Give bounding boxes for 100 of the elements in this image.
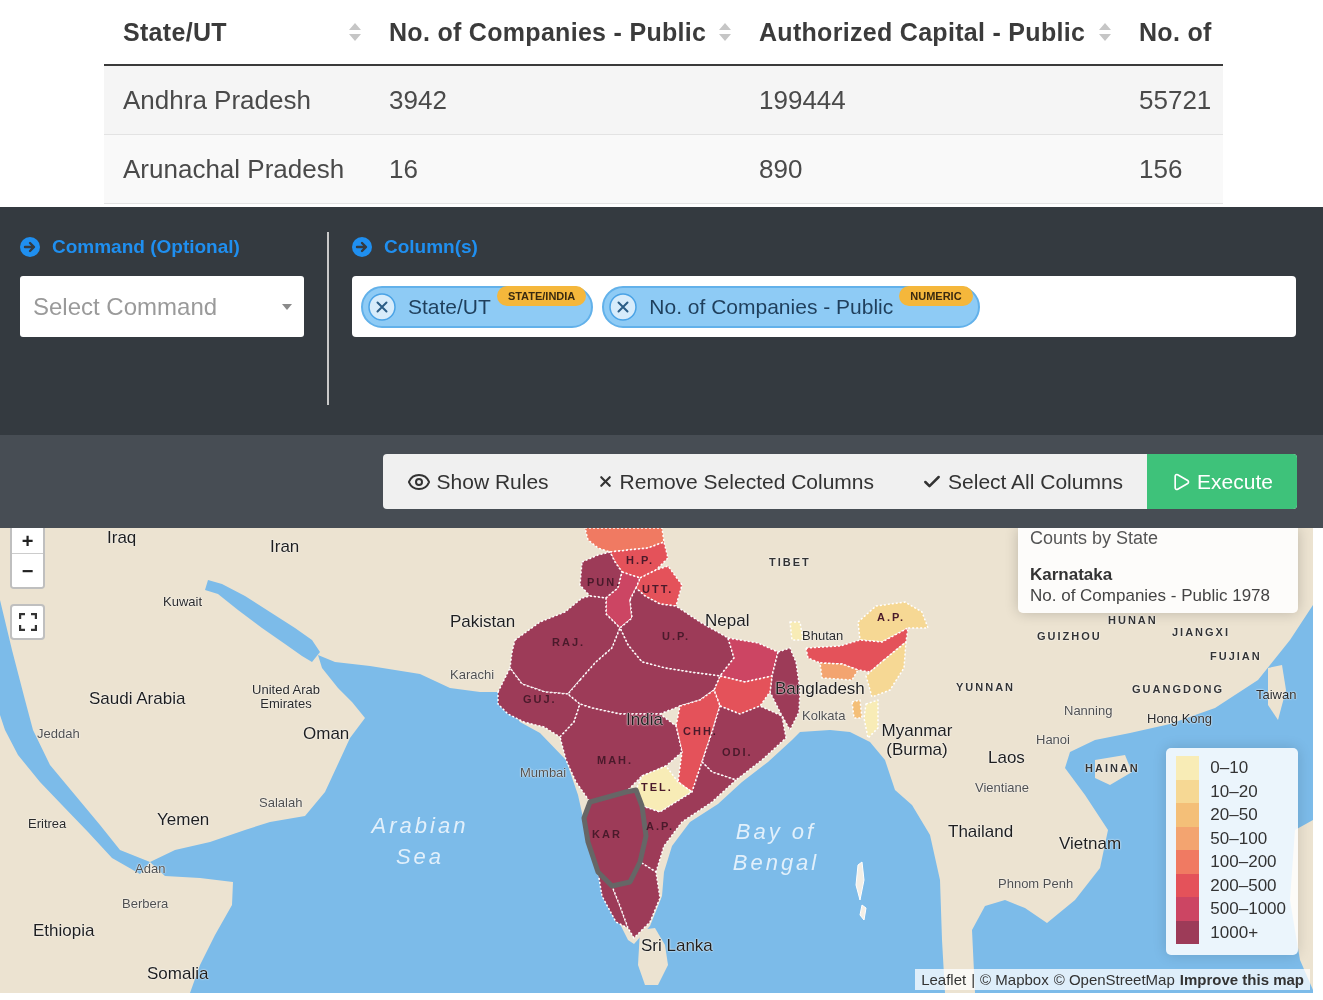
country-label: Saudi Arabia	[89, 688, 186, 710]
play-icon	[1171, 471, 1192, 492]
table-cell-text: 55721	[1138, 83, 1213, 117]
country-label: Myanmar (Burma)	[880, 722, 954, 760]
legend-label: 20–50	[1210, 804, 1259, 826]
sea-label: Arabian Sea	[369, 812, 470, 871]
province-label: JIANGXI	[1172, 626, 1230, 640]
state-label: UTT.	[642, 582, 674, 596]
sea-label: Bay of Bengal	[731, 818, 821, 877]
table-cell-text: 16	[388, 152, 419, 186]
state-label: KAR	[592, 827, 622, 841]
country-label: Vietnam	[1059, 833, 1122, 855]
column-header[interactable]: Authorized Capital - Public	[740, 0, 1120, 64]
city-label: Jeddah	[37, 726, 80, 742]
legend-label: 1000+	[1210, 921, 1260, 944]
state-label: H.P.	[626, 553, 654, 567]
country-label: Iraq	[107, 528, 137, 549]
column-chip[interactable]: No. of Companies - Public NUMERIC	[602, 285, 980, 328]
fullscreen-button[interactable]	[10, 604, 45, 640]
province-label: HUNAN	[1108, 614, 1158, 628]
legend-label: 0–10	[1210, 757, 1250, 779]
legend-label: 10–20	[1210, 780, 1259, 803]
legend-label: 100–200	[1210, 851, 1278, 873]
state-label: CHH.	[683, 724, 718, 738]
info-state-name: Karnataka	[1030, 564, 1114, 585]
city-label: Kolkata	[802, 708, 846, 724]
city-label: Mumbai	[520, 765, 567, 781]
state-label: A.P.	[877, 610, 905, 624]
state-label: TEL.	[641, 780, 673, 794]
country-label: Pakistan	[450, 611, 516, 633]
city-label: Vientiane	[975, 780, 1029, 796]
table-cell-text: Andhra Pradesh	[122, 83, 312, 117]
attribution-link[interactable]: Leaflet	[921, 971, 967, 988]
place-label: United Arab Emirates	[251, 682, 321, 712]
table-cell-text: 3942	[388, 83, 448, 117]
province-label: GUANGDONG	[1132, 683, 1224, 697]
column-chip[interactable]: State/UT STATE/INDIA	[361, 285, 594, 328]
country-label: Ethiopia	[33, 920, 95, 942]
island-area	[855, 861, 867, 921]
columns-field[interactable]: State/UT STATE/INDIA No. of Companies - Public NUMERIC	[352, 276, 1296, 337]
country-label: Somalia	[147, 963, 209, 985]
city-label: Berbera	[122, 896, 169, 912]
country-label: Oman	[303, 723, 350, 745]
column-header[interactable]: No. of Companies - Public	[370, 0, 740, 64]
close-icon[interactable]	[368, 292, 396, 321]
caret-icon	[282, 303, 292, 310]
country-label: Laos	[988, 747, 1025, 769]
table-cell-text: Arunachal Pradesh	[122, 152, 346, 186]
table-cell-text: 199444	[758, 83, 847, 117]
section-title: Command (Optional)	[52, 236, 240, 258]
country-label: Iran	[270, 536, 300, 558]
remove-columns-button[interactable]: Remove Selected Columns	[572, 454, 899, 509]
country-label: Sri Lanka	[641, 935, 713, 957]
country-label: Nepal	[705, 610, 750, 632]
state-label: A.P.	[646, 819, 674, 833]
place-label: Hong Kong	[1147, 711, 1213, 727]
state-label: MAH.	[597, 753, 634, 767]
separator-text: |	[971, 971, 976, 988]
column-header[interactable]: State/UT	[104, 0, 370, 64]
info-title: Counts by State	[1030, 528, 1160, 548]
legend-label: 50–100	[1210, 827, 1269, 850]
province-label: TIBET	[769, 556, 811, 570]
province-label: YUNNAN	[956, 681, 1016, 695]
city-label: Phnom Penh	[998, 876, 1074, 892]
attribution-link[interactable]: © OpenStreetMap	[1053, 971, 1175, 988]
select-all-button[interactable]: Select All Columns	[898, 454, 1148, 509]
arrow-circle-icon	[352, 237, 372, 257]
province-label: FUJIAN	[1210, 650, 1262, 664]
legend-label: 200–500	[1210, 874, 1278, 897]
city-label: Adan	[135, 861, 166, 877]
place-label: Kuwait	[163, 594, 203, 610]
place-label: Eritrea	[28, 816, 67, 832]
table-cell-text: 890	[758, 152, 804, 186]
attribution-link[interactable]: © Mapbox	[980, 971, 1049, 988]
place-label: Bhutan	[802, 628, 844, 644]
city-label: Nanning	[1064, 703, 1113, 719]
state-label: U.P.	[662, 629, 690, 643]
close-icon[interactable]	[609, 292, 638, 321]
city-label: Hanoi	[1036, 732, 1070, 748]
attribution-link[interactable]: Improve this map	[1179, 971, 1304, 988]
island-area	[638, 928, 668, 985]
fullscreen-icon	[18, 613, 37, 631]
state-label: RAJ.	[552, 635, 586, 649]
arrow-circle-icon	[20, 237, 40, 257]
show-rules-button[interactable]: Show Rules	[382, 454, 573, 509]
state-label: GUJ.	[523, 692, 557, 706]
info-detail-text: No. of Companies - Public 1978	[1030, 585, 1272, 606]
column-header: No. of	[1138, 16, 1213, 48]
type-badge: NUMERIC	[899, 285, 973, 306]
country-label: India	[626, 709, 663, 731]
country-label: Yemen	[157, 809, 210, 831]
city-label: Karachi	[450, 667, 495, 683]
province-label: GUIZHOU	[1037, 630, 1102, 644]
state-label: ODI.	[722, 745, 753, 759]
city-label: Salalah	[259, 795, 303, 811]
section-title: Column(s)	[384, 236, 478, 258]
state-label: PUN.	[587, 575, 622, 589]
country-label: Thailand	[948, 821, 1014, 843]
table-cell-text: 156	[1138, 152, 1184, 186]
legend-label: 500–1000	[1210, 898, 1286, 920]
